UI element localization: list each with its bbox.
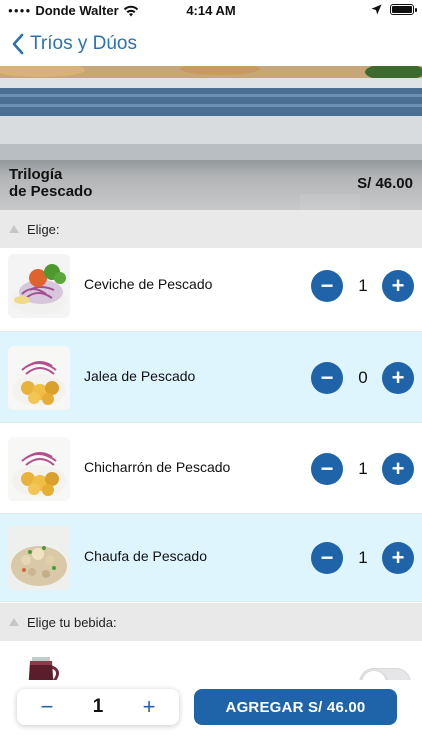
battery-icon [390,4,417,15]
option-name: Chicharrón de Pescado [84,458,231,475]
increment-button[interactable]: + [382,452,414,485]
dish-hero-image: Trilogía de Pescado S/ 46.00 [0,66,422,210]
bottom-bar: − 1 + AGREGAR S/ 46.00 [0,680,422,750]
option-name: Ceviche de Pescado [84,276,213,292]
chaufa-thumbnail [8,526,70,590]
section-title-drink: Elige tu bebida: [27,614,117,630]
option-quantity: 1 [358,548,368,567]
ceviche-thumbnail [8,254,70,318]
chevron-left-icon [12,33,24,55]
location-arrow-icon [371,4,382,15]
decrement-button[interactable]: − [311,270,343,302]
option-quantity: 1 [358,276,368,295]
dish-title: Trilogía de Pescado [9,166,92,200]
option-row-chaufa: Chaufa de Pescado − 1 + [0,514,422,602]
option-quantity: 1 [358,458,368,478]
decrement-button[interactable]: − [311,361,343,394]
collapse-triangle-icon [9,225,19,233]
dish-title-line1: Trilogía [9,166,63,183]
increment-button[interactable]: + [382,361,414,394]
order-increment-button[interactable]: + [129,689,169,725]
collapse-triangle-icon [9,618,19,626]
chicharron-thumbnail [8,436,70,501]
option-name: Chaufa de Pescado [84,548,207,564]
status-time: 4:14 AM [186,3,236,18]
dish-price: S/ 46.00 [357,175,413,192]
jalea-thumbnail [8,345,70,410]
option-name: Jalea de Pescado [84,367,196,384]
nav-bar: Tríos y Dúos [0,24,422,64]
dish-title-line2: de Pescado [9,183,93,200]
option-row-chicharron: Chicharrón de Pescado − 1 + [0,423,422,514]
back-label: Tríos y Dúos [30,33,137,54]
increment-button[interactable]: + [382,542,414,574]
order-quantity-stepper: − 1 + [17,689,179,725]
option-row-jalea: Jalea de Pescado − 0 + [0,332,422,423]
status-bar: ●●●● Donde Walter 4:14 AM [0,0,422,22]
back-button[interactable]: Tríos y Dúos [0,33,137,55]
add-to-cart-button[interactable]: AGREGAR S/ 46.00 [194,689,397,725]
increment-button[interactable]: + [382,270,414,302]
status-right [371,4,417,15]
section-header-drink[interactable]: Elige tu bebida: [0,603,422,641]
decrement-button[interactable]: − [311,452,343,485]
option-row-ceviche: Ceviche de Pescado − 1 + [0,240,422,332]
decrement-button[interactable]: − [311,542,343,574]
section-title-choose: Elige: [27,221,60,237]
option-quantity: 0 [358,367,368,387]
